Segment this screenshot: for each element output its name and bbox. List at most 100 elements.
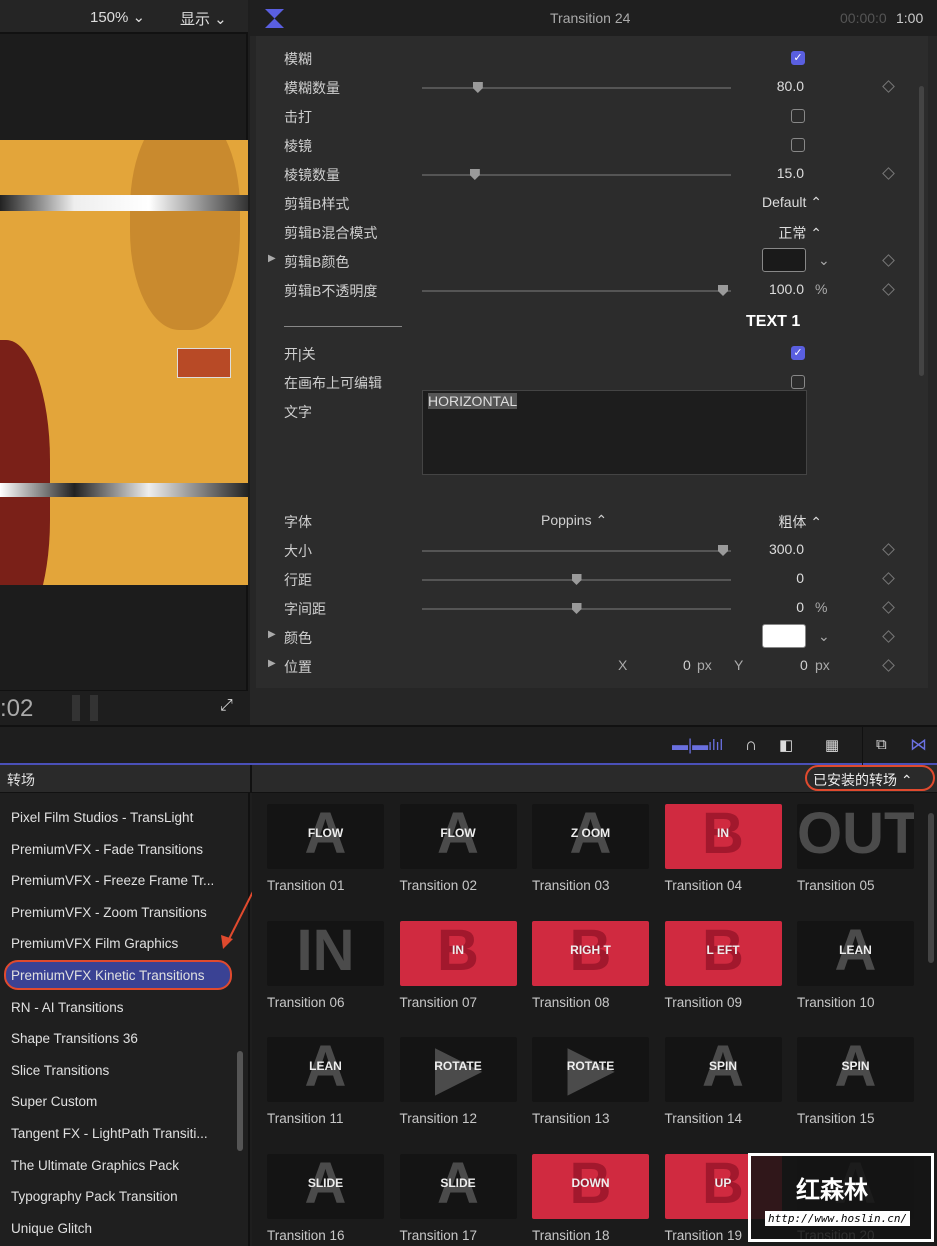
sidebar-item[interactable]: Super Custom <box>4 1086 232 1116</box>
transition-name[interactable]: Transition 15 <box>797 1111 875 1126</box>
clip-appearance-icon[interactable]: ▬|▬ <box>672 737 708 755</box>
color-swatch[interactable] <box>762 248 806 272</box>
grid-scrollbar[interactable] <box>928 813 934 963</box>
filmstrip-icon[interactable]: ▦ <box>825 736 839 754</box>
display-dropdown[interactable]: 显示 ⌄ <box>180 8 227 29</box>
transition-name[interactable]: Transition 14 <box>665 1111 743 1126</box>
zoom-dropdown[interactable]: 150% ⌄ <box>90 8 145 26</box>
y-field[interactable]: 0 <box>800 657 808 673</box>
sidebar-item[interactable]: PremiumVFX Kinetic Transitions <box>4 960 232 990</box>
transition-name[interactable]: Transition 05 <box>797 878 875 893</box>
sidebar-scrollbar[interactable] <box>237 1051 243 1151</box>
weight-popup[interactable]: 粗体 ⌃ <box>778 512 822 532</box>
x-field[interactable]: 0 <box>683 657 691 673</box>
keyframe-icon[interactable] <box>882 283 895 296</box>
audio-waveform-icon[interactable]: ılıl <box>708 737 723 754</box>
transition-thumbnail[interactable]: B DOWN <box>532 1154 649 1220</box>
transition-name[interactable]: Transition 01 <box>267 878 345 893</box>
value-field[interactable]: 0 <box>796 570 804 586</box>
transition-name[interactable]: Transition 02 <box>400 878 478 893</box>
slider-knob[interactable] <box>469 169 480 180</box>
transition-name[interactable]: Transition 06 <box>267 995 345 1010</box>
transition-name[interactable]: Transition 09 <box>665 995 743 1010</box>
transition-thumbnail[interactable]: A SPIN <box>664 1037 782 1103</box>
keyframe-icon[interactable] <box>882 630 895 643</box>
transition-name[interactable]: Transition 19 <box>665 1228 743 1243</box>
slider[interactable] <box>422 285 731 296</box>
color-dropdown-icon[interactable]: ⌄ <box>818 628 830 645</box>
transition-thumbnail[interactable]: A FLOW <box>267 804 384 869</box>
transition-thumbnail[interactable]: B IN <box>664 804 782 869</box>
disclosure-triangle-icon[interactable]: ▶ <box>268 658 276 669</box>
keyframe-icon[interactable] <box>882 80 895 93</box>
color-swatch[interactable] <box>762 624 806 648</box>
value-field[interactable]: 0 <box>796 599 804 615</box>
transition-thumbnail[interactable]: BL EFT <box>664 920 782 986</box>
transition-thumbnail[interactable]: A SLIDE <box>399 1154 517 1220</box>
checkbox[interactable] <box>791 109 805 123</box>
transitions-browser-icon[interactable]: ⋈ <box>910 735 927 755</box>
sidebar-item[interactable]: Unique Glitch <box>4 1213 232 1243</box>
keyframe-icon[interactable] <box>882 572 895 585</box>
transition-thumbnail[interactable]: A SLIDE <box>267 1154 384 1220</box>
value-field[interactable]: 15.0 <box>777 165 804 181</box>
fullscreen-icon[interactable]: ⤢ <box>220 697 233 715</box>
transition-thumbnail[interactable]: B RIGH T <box>532 920 649 986</box>
keyframe-icon[interactable] <box>882 254 895 267</box>
keyframe-icon[interactable] <box>882 543 895 556</box>
color-dropdown-icon[interactable]: ⌄ <box>818 252 830 269</box>
sidebar-item[interactable]: PremiumVFX - Zoom Transitions <box>4 897 232 927</box>
sidebar-item[interactable]: PremiumVFX Film Graphics <box>4 928 232 958</box>
slider[interactable] <box>422 82 731 93</box>
transition-thumbnail[interactable]: A LEAN <box>797 920 914 986</box>
slider[interactable] <box>422 603 731 614</box>
value-field[interactable]: 80.0 <box>777 78 804 94</box>
transition-name[interactable]: Transition 10 <box>797 995 875 1010</box>
transition-name[interactable]: Transition 07 <box>400 995 478 1010</box>
value-field[interactable]: 100.0 <box>769 281 804 297</box>
slider-knob[interactable] <box>718 545 728 556</box>
sidebar-item[interactable]: The Ultimate Graphics Pack <box>4 1150 232 1180</box>
headphones-icon[interactable]: ∩ <box>745 735 757 755</box>
transition-thumbnail[interactable]: ▶ ROTATE <box>532 1037 649 1103</box>
checkbox[interactable]: ✓ <box>791 51 805 65</box>
keyframe-icon[interactable] <box>882 659 895 672</box>
transition-thumbnail[interactable]: B IN <box>399 920 517 986</box>
slider-knob[interactable] <box>571 574 582 585</box>
checkbox[interactable]: ✓ <box>791 346 805 360</box>
video-frame[interactable] <box>0 140 248 585</box>
sidebar-item[interactable]: Slice Transitions <box>4 1055 232 1085</box>
checkbox[interactable] <box>791 375 805 389</box>
transition-thumbnail[interactable]: AZ OOM <box>532 804 649 869</box>
popup-menu[interactable]: 正常 ⌃ <box>778 223 822 243</box>
sidebar-item[interactable]: Typography Pack Transition <box>4 1181 232 1211</box>
transition-name[interactable]: Transition 16 <box>267 1228 345 1243</box>
slider[interactable] <box>422 545 731 556</box>
checkbox[interactable] <box>791 138 805 152</box>
transition-name[interactable]: Transition 17 <box>400 1228 478 1243</box>
sidebar-item[interactable]: RN - AI Transitions <box>4 992 232 1022</box>
keyframe-icon[interactable] <box>882 601 895 614</box>
sidebar-item[interactable]: PremiumVFX - Fade Transitions <box>4 834 232 864</box>
sidebar-item[interactable]: PremiumVFX - Freeze Frame Tr... <box>4 865 232 895</box>
popup-menu[interactable]: Default ⌃ <box>762 194 822 211</box>
transition-thumbnail[interactable]: ▶ ROTATE <box>399 1037 517 1103</box>
transition-thumbnail[interactable]: OUT <box>797 804 914 869</box>
snapping-icon[interactable]: ◧ <box>779 736 793 754</box>
transition-thumbnail[interactable]: IN <box>267 920 384 986</box>
transition-name[interactable]: Transition 11 <box>267 1111 344 1126</box>
sidebar-item[interactable]: Tangent FX - LightPath Transiti... <box>4 1118 232 1148</box>
disclosure-triangle-icon[interactable]: ▶ <box>268 629 276 640</box>
text-field[interactable]: HORIZONTAL <box>422 390 807 475</box>
transition-name[interactable]: Transition 18 <box>532 1228 610 1243</box>
slider-knob[interactable] <box>571 603 582 614</box>
browser-icon[interactable]: ⧉ <box>876 736 887 753</box>
filter-dropdown[interactable]: 已安装的转场 ⌃ <box>805 765 935 791</box>
transition-thumbnail[interactable]: A LEAN <box>267 1037 384 1103</box>
slider[interactable] <box>422 574 731 585</box>
font-popup[interactable]: Poppins ⌃ <box>541 512 607 529</box>
transition-name[interactable]: Transition 08 <box>532 995 610 1010</box>
sidebar-item[interactable]: Shape Transitions 36 <box>4 1023 232 1053</box>
transition-name[interactable]: Transition 03 <box>532 878 610 893</box>
transition-thumbnail[interactable]: A SPIN <box>797 1037 914 1103</box>
